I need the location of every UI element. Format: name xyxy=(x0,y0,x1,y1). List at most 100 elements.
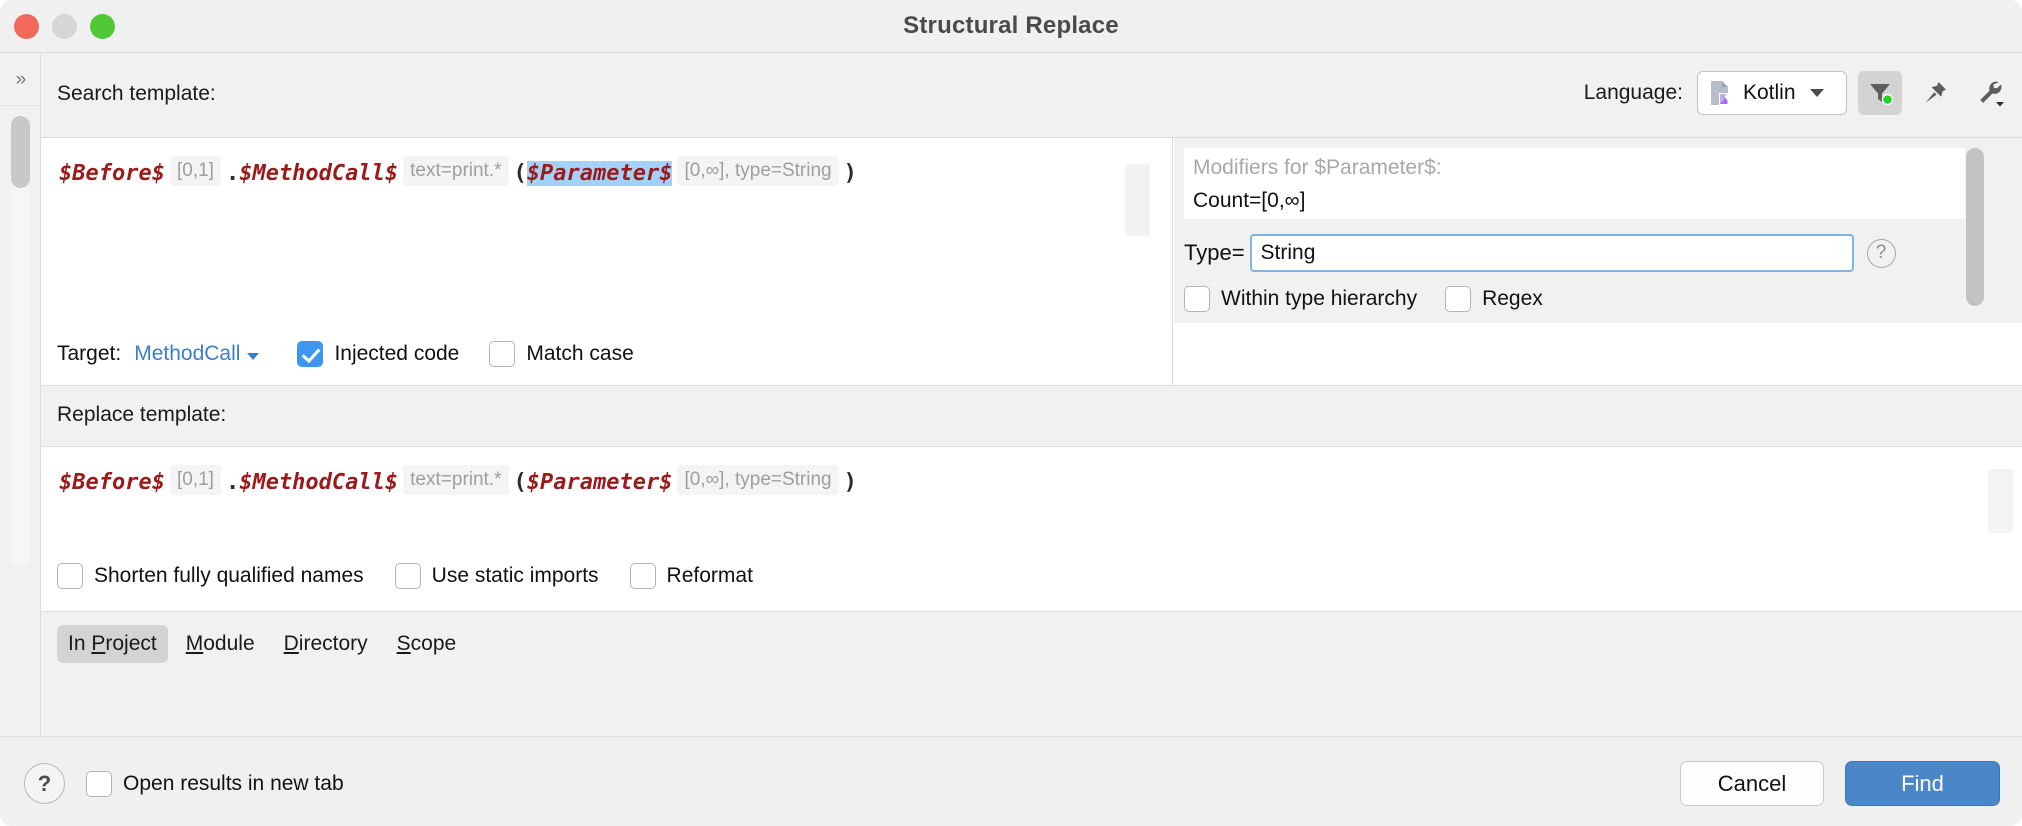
type-input[interactable] xyxy=(1250,234,1854,272)
filter-button[interactable] xyxy=(1858,71,1902,115)
checkbox-box[interactable] xyxy=(395,563,421,589)
within-type-hierarchy-checkbox[interactable]: Within type hierarchy xyxy=(1184,286,1417,312)
checkbox-box[interactable] xyxy=(86,771,112,797)
token-parameter-constraint-chip[interactable]: [0,∞], type=String xyxy=(677,156,838,186)
token-before-count-chip[interactable]: [0,1] xyxy=(170,156,221,186)
search-template-editor[interactable]: $Before$ [0,1] . $MethodCall$ text=print… xyxy=(41,138,1173,323)
checkbox-label: Regex xyxy=(1482,287,1543,311)
replace-template-header: Replace template: xyxy=(41,385,2022,447)
checkbox-label: Match case xyxy=(526,342,633,366)
bottom-bar: ? Open results in new tab Cancel Find xyxy=(0,736,2022,826)
type-label: Type= xyxy=(1184,240,1245,266)
modifiers-panel: Modifiers for $Parameter$: Count=[0,∞] T… xyxy=(1174,138,2022,323)
scope-tab-directory[interactable]: Directory xyxy=(273,625,379,663)
open-results-in-new-tab-checkbox[interactable]: Open results in new tab xyxy=(86,771,344,797)
token-methodcall-var[interactable]: $MethodCall$ xyxy=(239,161,398,186)
injected-code-checkbox[interactable]: Injected code xyxy=(297,341,459,367)
structural-replace-dialog: Structural Replace ›› Search template: L… xyxy=(0,0,2022,826)
modifier-checkboxes: Within type hierarchy Regex xyxy=(1184,286,1543,312)
window-title: Structural Replace xyxy=(0,12,2022,40)
scrollbar-thumb[interactable] xyxy=(1966,148,1984,306)
history-scrollbar[interactable] xyxy=(11,116,30,566)
kotlin-file-icon xyxy=(1709,80,1733,106)
checkbox-label: Reformat xyxy=(667,564,753,588)
checkbox-box[interactable] xyxy=(297,341,323,367)
token-before-var[interactable]: $Before$ xyxy=(59,470,165,495)
cancel-button[interactable]: Cancel xyxy=(1680,761,1824,806)
token-open-paren: ( xyxy=(514,470,527,495)
checkbox-label: Shorten fully qualified names xyxy=(94,564,364,588)
modifiers-scrollbar[interactable] xyxy=(1966,148,1984,308)
match-case-checkbox[interactable]: Match case xyxy=(489,341,633,367)
search-template-line: $Before$ [0,1] . $MethodCall$ text=print… xyxy=(59,160,857,190)
type-help-icon[interactable]: ? xyxy=(1867,239,1896,268)
language-label: Language: xyxy=(1584,81,1683,105)
scope-tab-in-project[interactable]: In Project xyxy=(57,625,168,663)
scope-tab-scope[interactable]: Scope xyxy=(386,625,468,663)
modifiers-count-line: Count=[0,∞] xyxy=(1193,189,1305,213)
find-button[interactable]: Find xyxy=(1845,761,2000,806)
chevron-down-icon xyxy=(247,353,259,360)
checkbox-label: Use static imports xyxy=(432,564,599,588)
search-template-label: Search template: xyxy=(57,82,216,106)
token-close-paren: ) xyxy=(844,470,857,495)
token-parameter-var[interactable]: $Parameter$ xyxy=(527,470,673,495)
search-template-header: Search template: Language: xyxy=(41,54,2022,138)
token-methodcall-var[interactable]: $MethodCall$ xyxy=(239,470,398,495)
checkbox-box[interactable] xyxy=(489,341,515,367)
token-methodcall-text-chip[interactable]: text=print.* xyxy=(403,156,508,186)
target-row: Target: MethodCall Injected code Match c… xyxy=(41,323,1173,385)
bottom-left-group: ? Open results in new tab xyxy=(24,763,344,804)
pin-button[interactable] xyxy=(1913,71,1957,115)
checkbox-label: Within type hierarchy xyxy=(1221,287,1417,311)
token-parameter-var[interactable]: $Parameter$ xyxy=(527,161,673,186)
token-parameter-constraint-chip[interactable]: [0,∞], type=String xyxy=(677,465,838,495)
replace-template-line: $Before$ [0,1] . $MethodCall$ text=print… xyxy=(59,469,857,499)
language-dropdown[interactable]: Kotlin xyxy=(1697,71,1847,115)
bottom-right-group: Cancel Find xyxy=(1680,761,2000,806)
target-dropdown[interactable]: MethodCall xyxy=(134,342,259,366)
modifiers-title: Modifiers for $Parameter$: xyxy=(1193,156,1442,180)
token-methodcall-text-chip[interactable]: text=print.* xyxy=(403,465,508,495)
token-open-paren: ( xyxy=(514,161,527,186)
pin-icon xyxy=(1921,79,1949,107)
search-editor-scrollbar[interactable] xyxy=(1125,164,1150,236)
checkbox-box[interactable] xyxy=(1445,286,1471,312)
shorten-fqn-checkbox[interactable]: Shorten fully qualified names xyxy=(57,563,364,589)
wrench-icon xyxy=(1975,79,2005,107)
type-row: Type= ? xyxy=(1184,234,1896,272)
reformat-checkbox[interactable]: Reformat xyxy=(630,563,753,589)
checkbox-box[interactable] xyxy=(1184,286,1210,312)
checkbox-label: Open results in new tab xyxy=(123,772,344,796)
language-toolbar: Language: Kotlin xyxy=(1584,71,2012,115)
replace-template-label: Replace template: xyxy=(57,403,226,427)
use-static-imports-checkbox[interactable]: Use static imports xyxy=(395,563,599,589)
checkbox-box[interactable] xyxy=(57,563,83,589)
language-value: Kotlin xyxy=(1743,81,1796,105)
checkbox-label: Injected code xyxy=(334,342,459,366)
replace-template-editor[interactable]: $Before$ [0,1] . $MethodCall$ text=print… xyxy=(41,447,2022,541)
dialog-body: Search template: Language: xyxy=(41,54,2022,736)
token-before-var[interactable]: $Before$ xyxy=(59,161,165,186)
help-icon[interactable]: ? xyxy=(24,763,65,804)
scrollbar-thumb[interactable] xyxy=(11,116,30,188)
scope-tabs: In Project Module Directory Scope xyxy=(57,625,467,663)
regex-checkbox[interactable]: Regex xyxy=(1445,286,1543,312)
options-wrench-button[interactable] xyxy=(1968,71,2012,115)
token-dot: . xyxy=(226,470,239,495)
scope-strip: In Project Module Directory Scope xyxy=(41,611,2022,736)
modifiers-summary: Modifiers for $Parameter$: Count=[0,∞] xyxy=(1184,148,1965,219)
token-close-paren: ) xyxy=(844,161,857,186)
scope-tab-module[interactable]: Module xyxy=(175,625,266,663)
left-rail: ›› xyxy=(0,54,41,736)
token-before-count-chip[interactable]: [0,1] xyxy=(170,465,221,495)
target-value: MethodCall xyxy=(134,342,240,365)
chevron-down-icon xyxy=(1810,89,1824,97)
title-bar: Structural Replace xyxy=(0,0,2022,53)
target-label: Target: xyxy=(57,342,121,366)
token-dot: . xyxy=(226,161,239,186)
expand-panel-icon[interactable]: ›› xyxy=(0,54,40,106)
replace-editor-scrollbar[interactable] xyxy=(1988,469,2013,533)
checkbox-box[interactable] xyxy=(630,563,656,589)
replace-options: Shorten fully qualified names Use static… xyxy=(57,541,2022,611)
